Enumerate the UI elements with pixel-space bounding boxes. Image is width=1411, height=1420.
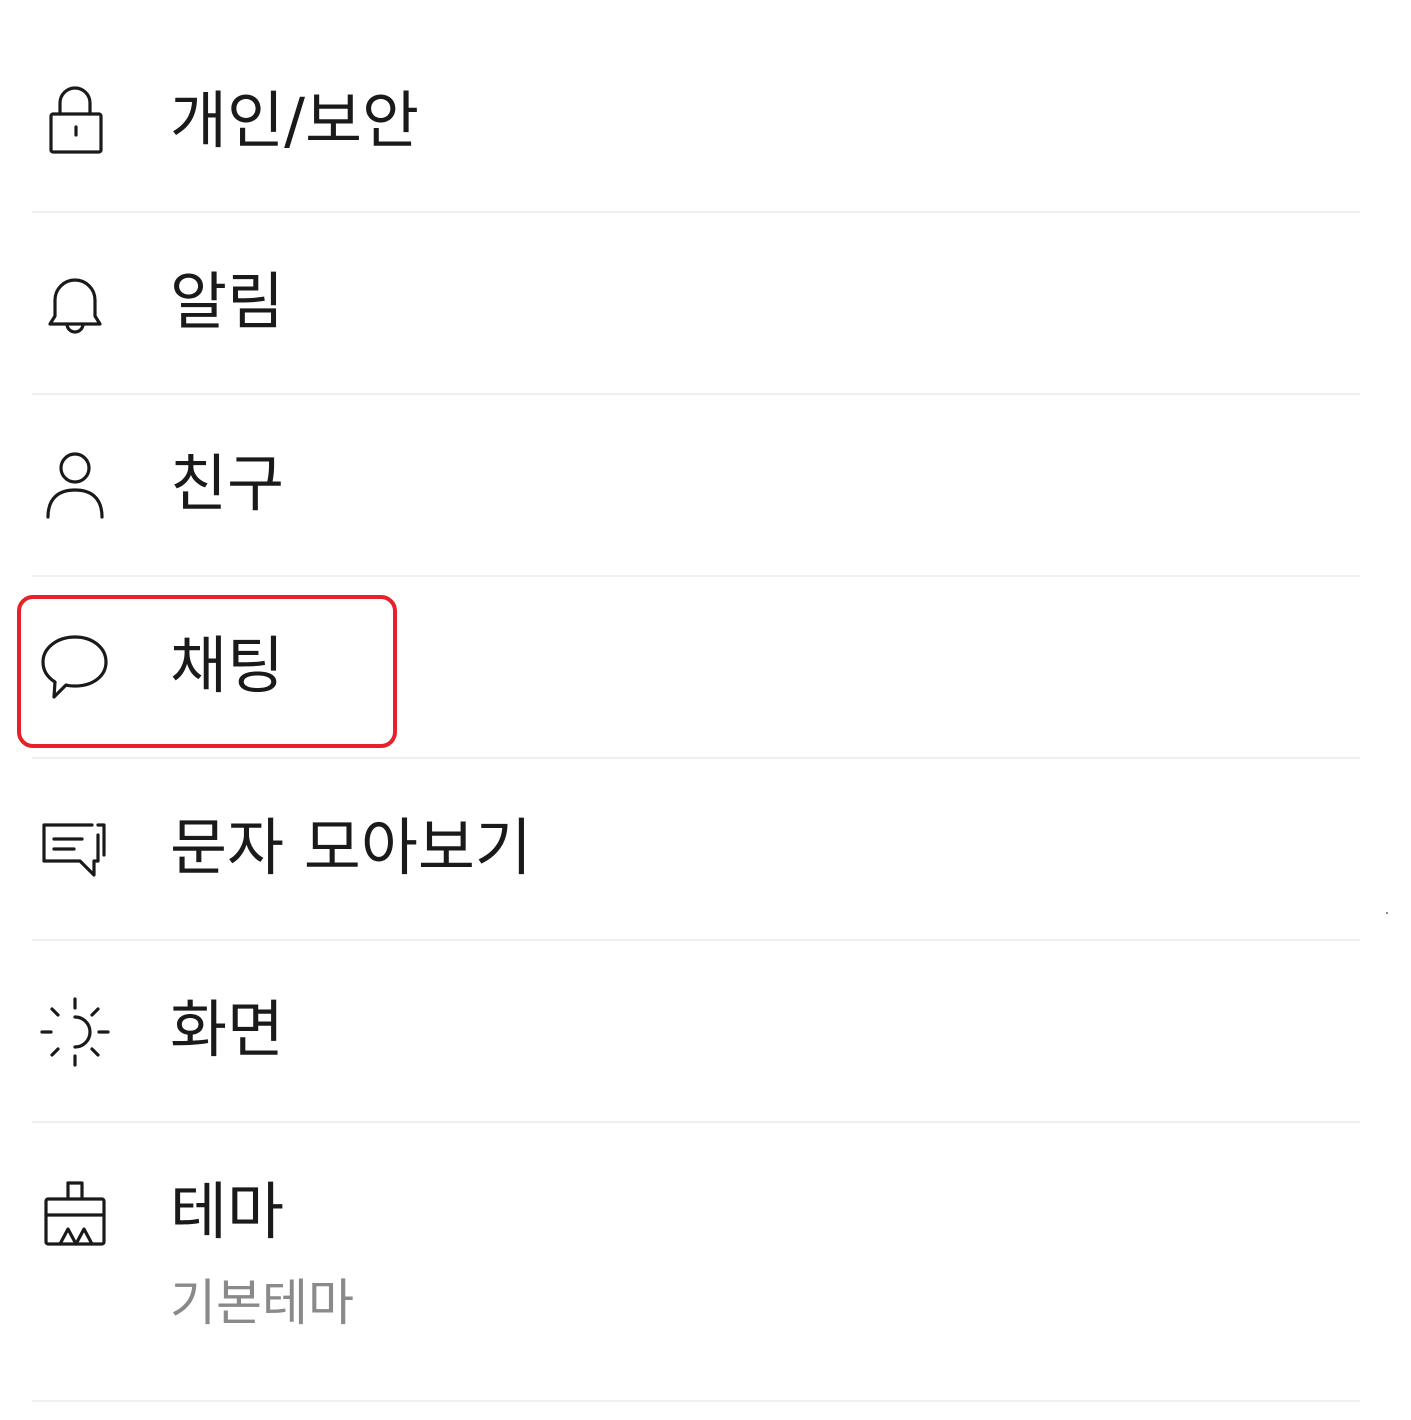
settings-item-label: 채팅 <box>170 629 285 702</box>
stray-dot <box>1386 912 1388 914</box>
settings-item-label: 친구 <box>170 447 285 520</box>
brightness-icon <box>38 995 112 1069</box>
settings-item-label: 알림 <box>170 265 285 338</box>
settings-item-sublabel: 기본테마 <box>170 1274 354 1332</box>
settings-item-friends[interactable]: 친구 <box>0 395 1411 575</box>
settings-item-label: 개인/보안 <box>170 84 420 157</box>
settings-item-theme[interactable]: 테마 기본테마 <box>0 1123 1411 1399</box>
settings-item-chat[interactable]: 채팅 <box>0 577 1411 757</box>
settings-item-label: 화면 <box>170 993 285 1066</box>
chat-bubble-icon <box>38 629 112 703</box>
paint-brush-icon <box>38 1175 112 1249</box>
settings-item-label: 문자 모아보기 <box>170 811 532 884</box>
settings-item-sms-collection[interactable]: 문자 모아보기 <box>0 759 1411 939</box>
settings-list: 개인/보안 알림 친구 채팅 문자 모아보기 화면 테마 기본테마 <box>0 0 1411 1420</box>
settings-item-display[interactable]: 화면 <box>0 941 1411 1121</box>
person-icon <box>38 447 112 521</box>
sms-icon <box>38 811 112 885</box>
settings-item-privacy-security[interactable]: 개인/보안 <box>0 0 1411 212</box>
bell-icon <box>38 267 112 341</box>
settings-item-label: 테마 <box>170 1175 285 1248</box>
divider <box>32 1400 1360 1402</box>
lock-icon <box>38 84 112 158</box>
settings-item-notifications[interactable]: 알림 <box>0 213 1411 393</box>
